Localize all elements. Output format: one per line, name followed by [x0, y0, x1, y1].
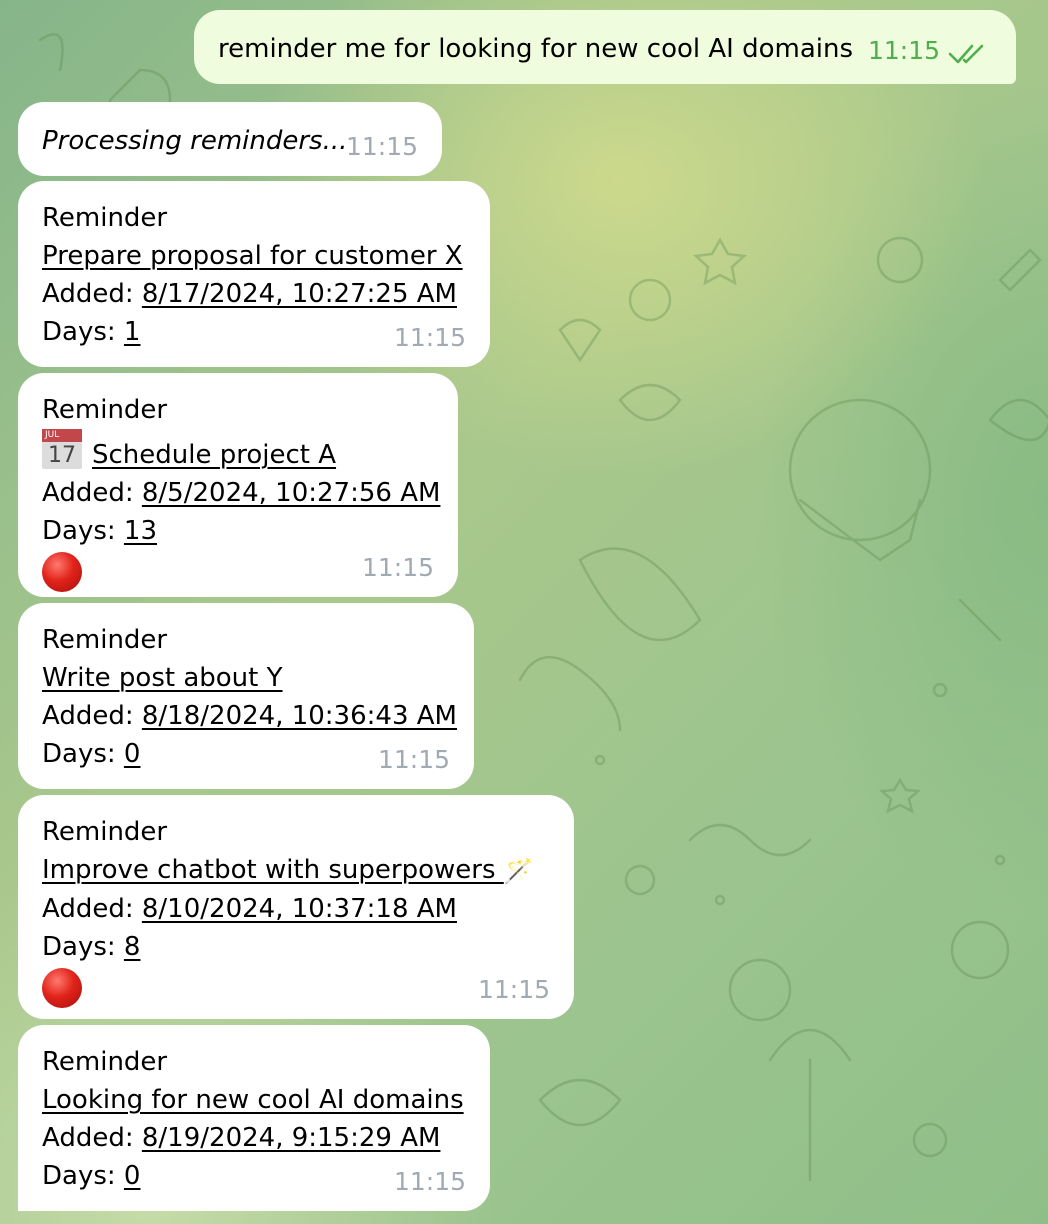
added-date-link[interactable]: 8/17/2024, 10:27:25 AM [142, 279, 457, 309]
reminder-heading: Reminder [42, 395, 168, 425]
processing-message[interactable]: Processing reminders... 11:15 [18, 102, 442, 176]
reminder-title-link[interactable]: Prepare proposal for customer X [42, 241, 463, 271]
message-time: 11:15 [377, 745, 450, 774]
double-check-read-icon [948, 44, 984, 64]
message-time: 11:15 [393, 323, 466, 352]
message-time: 11:15 [867, 36, 940, 65]
message-time: 11:15 [477, 975, 550, 1004]
calendar-day: 17 [48, 443, 76, 468]
added-date-link[interactable]: 8/19/2024, 9:15:29 AM [142, 1123, 441, 1153]
reminder-message[interactable]: Reminder Improve chatbot with superpower… [18, 795, 574, 1019]
reminder-title-link[interactable]: Write post about Y [42, 663, 283, 693]
days-label: Days: [42, 516, 116, 546]
reminder-message[interactable]: Reminder Write post about Y Added: 8/18/… [18, 603, 474, 789]
red-circle-icon [42, 967, 82, 1008]
days-value-link[interactable]: 13 [124, 516, 157, 546]
reminder-heading: Reminder [42, 1047, 168, 1077]
days-value-link[interactable]: 0 [124, 1161, 141, 1191]
reminder-title-link[interactable]: Improve chatbot with superpowers [42, 855, 504, 885]
days-label: Days: [42, 1161, 116, 1191]
reminder-heading: Reminder [42, 817, 168, 847]
message-time: 11:15 [393, 1167, 466, 1196]
reminder-message[interactable]: Reminder Prepare proposal for customer X… [18, 181, 490, 367]
added-date-link[interactable]: 8/5/2024, 10:27:56 AM [142, 478, 441, 508]
calendar-month: JUL [42, 429, 82, 442]
added-label: Added: [42, 893, 134, 924]
message-time: 11:15 [345, 132, 418, 161]
days-value-link[interactable]: 8 [124, 932, 141, 962]
added-label: Added: [42, 701, 134, 731]
added-date-link[interactable]: 8/10/2024, 10:37:18 AM [142, 894, 457, 924]
message-time: 11:15 [361, 553, 434, 582]
added-date-link[interactable]: 8/18/2024, 10:36:43 AM [142, 701, 457, 731]
reminder-title-link[interactable]: Looking for new cool AI domains [42, 1085, 464, 1115]
reminder-heading: Reminder [42, 625, 168, 655]
magic-wand-icon: 🪄 [503, 856, 534, 885]
reminder-message[interactable]: Reminder JUL 17 Schedule project A Added… [18, 373, 458, 597]
calendar-icon: JUL 17 [42, 429, 82, 469]
reminder-title-link[interactable]: Schedule project A [92, 440, 336, 470]
days-label: Days: [42, 317, 116, 347]
red-circle-icon [42, 552, 82, 592]
outgoing-message[interactable]: reminder me for looking for new cool AI … [194, 10, 1016, 84]
days-value-link[interactable]: 0 [124, 739, 141, 769]
reminder-heading: Reminder [42, 203, 168, 233]
added-label: Added: [42, 279, 134, 309]
reminder-message[interactable]: Reminder Looking for new cool AI domains… [18, 1025, 490, 1211]
days-value-link[interactable]: 1 [124, 317, 141, 347]
days-label: Days: [42, 739, 116, 769]
added-label: Added: [42, 478, 134, 508]
days-label: Days: [42, 931, 116, 962]
added-label: Added: [42, 1123, 134, 1153]
